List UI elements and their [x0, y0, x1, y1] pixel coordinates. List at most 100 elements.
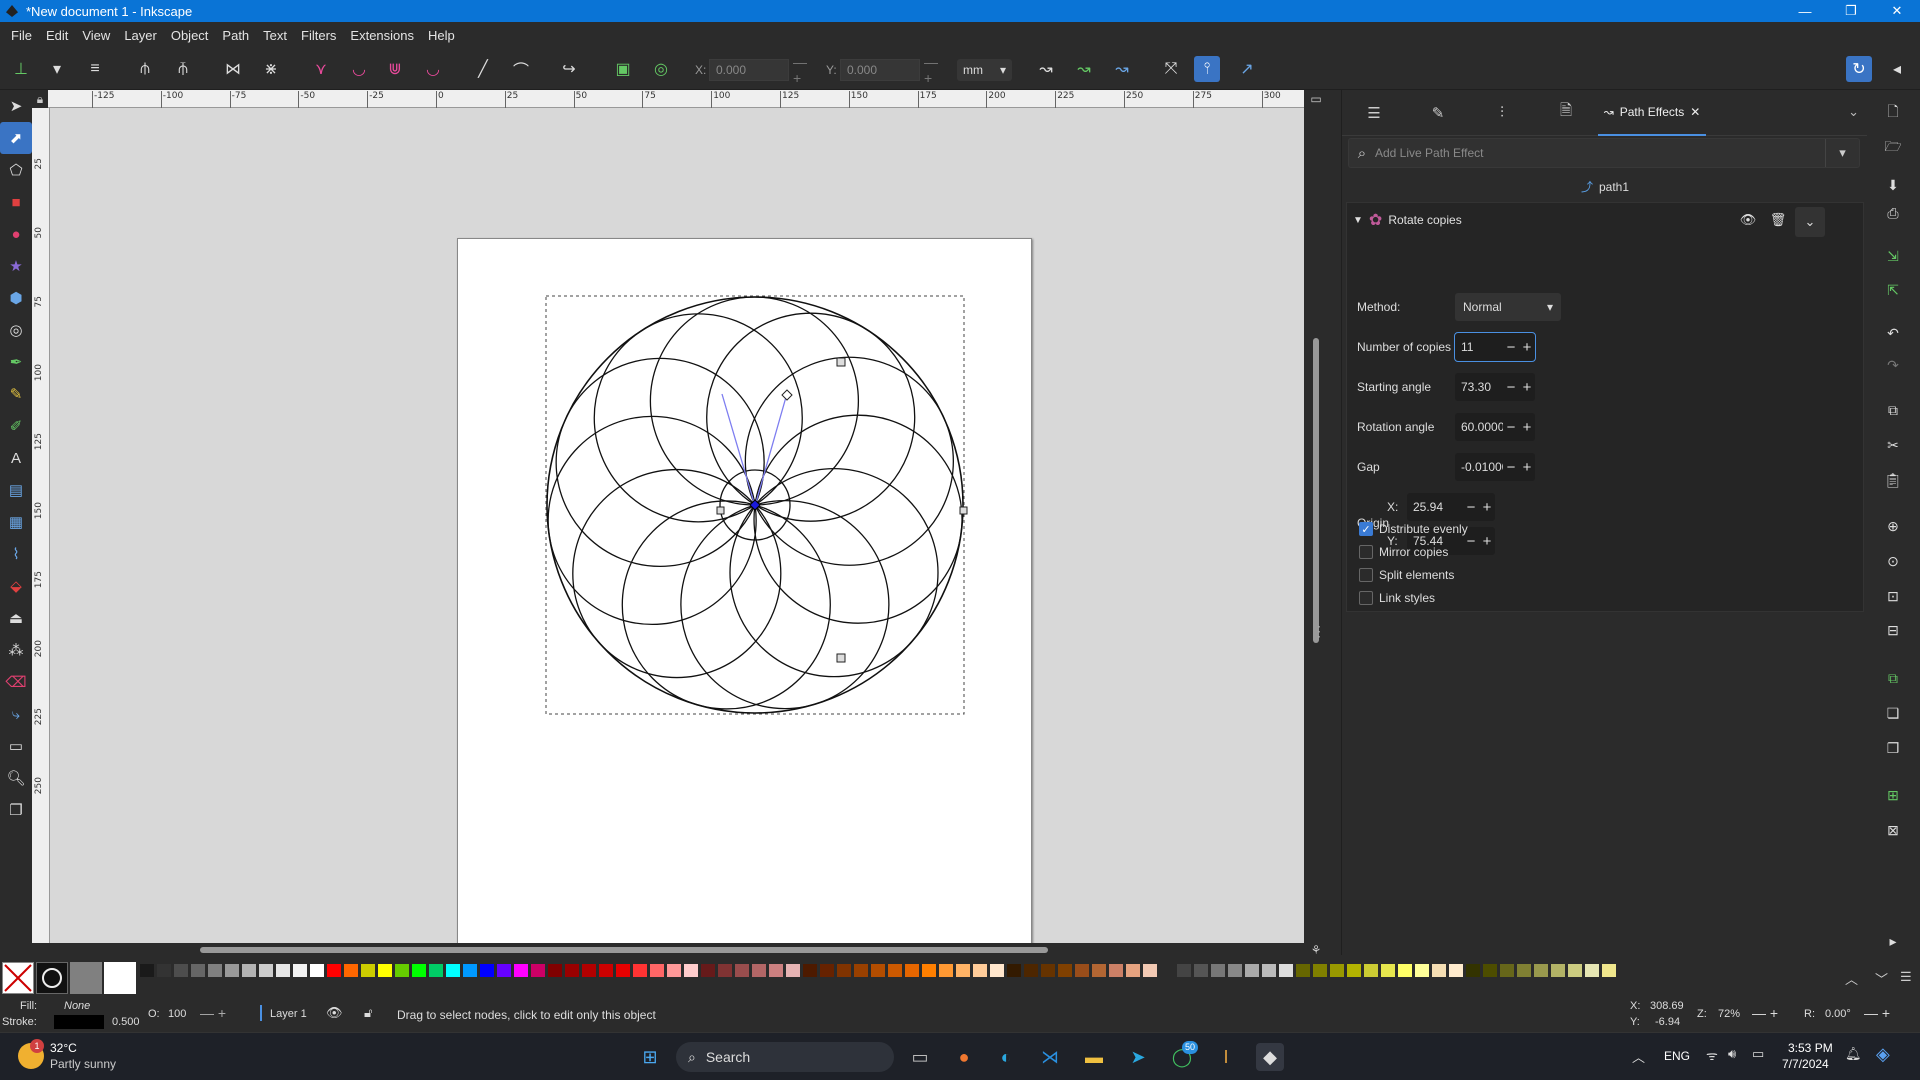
- color-swatch[interactable]: [888, 964, 902, 977]
- copies-spinbox[interactable]: 11− +: [1454, 332, 1536, 362]
- pencil-tool-icon[interactable]: ✎: [0, 378, 32, 410]
- inkscape-taskbar-icon[interactable]: ◆: [1256, 1043, 1284, 1071]
- color-swatch[interactable]: [1296, 964, 1310, 977]
- color-swatch[interactable]: [1092, 964, 1106, 977]
- show-handles-icon[interactable]: ⫯: [1194, 56, 1220, 82]
- copilot-icon[interactable]: ◈: [1876, 1044, 1890, 1065]
- color-swatch[interactable]: [446, 964, 460, 977]
- tab-align-icon[interactable]: ⫶: [1470, 90, 1534, 136]
- zoom-input[interactable]: 72%: [1718, 1008, 1740, 1020]
- color-swatch[interactable]: [616, 964, 630, 977]
- object-to-path-icon[interactable]: ▣: [610, 56, 636, 82]
- menu-extensions[interactable]: Extensions: [343, 28, 421, 43]
- increment-button[interactable]: +: [1519, 419, 1535, 436]
- link-styles-checkbox[interactable]: Link styles: [1359, 588, 1435, 608]
- connector-tool-icon[interactable]: ⤷: [0, 698, 32, 730]
- color-swatch[interactable]: [276, 964, 290, 977]
- color-swatch[interactable]: [803, 964, 817, 977]
- color-swatch[interactable]: [650, 964, 664, 977]
- mesh-tool-icon[interactable]: ▦: [0, 506, 32, 538]
- cut-icon[interactable]: ✂: [1880, 432, 1906, 458]
- vertical-scroll-thumb[interactable]: [1313, 338, 1319, 643]
- y-input[interactable]: 0.000: [840, 59, 920, 81]
- print-icon[interactable]: ⎙: [1880, 200, 1906, 226]
- tab-layers-icon[interactable]: ☰: [1342, 90, 1406, 136]
- current-layer[interactable]: Layer 1: [270, 1008, 307, 1020]
- mirror-copies-checkbox[interactable]: Mirror copies: [1359, 542, 1448, 562]
- trash-icon[interactable]: 🗑︎: [1765, 207, 1791, 233]
- gray-swatch[interactable]: [70, 962, 102, 994]
- zoom-page-width-icon[interactable]: ⊟: [1880, 617, 1906, 643]
- color-swatch[interactable]: [837, 964, 851, 977]
- origin-x-input[interactable]: 25.94: [1407, 500, 1463, 514]
- checkbox-box[interactable]: ✓: [1359, 522, 1373, 536]
- color-swatch[interactable]: [1483, 964, 1497, 977]
- chevron-down-icon[interactable]: ⌄: [1848, 104, 1859, 120]
- decrement-button[interactable]: −: [1503, 419, 1519, 436]
- color-swatch[interactable]: [599, 964, 613, 977]
- menu-filters[interactable]: Filters: [294, 28, 343, 43]
- color-swatch[interactable]: [701, 964, 715, 977]
- color-swatch[interactable]: [412, 964, 426, 977]
- lock-guides-icon[interactable]: 🔒︎: [32, 90, 48, 108]
- snap-toggle-icon[interactable]: ↻: [1846, 56, 1872, 82]
- paint-bucket-tool-icon[interactable]: ⬙: [0, 570, 32, 602]
- clock-date[interactable]: 7/7/2024: [1782, 1057, 1829, 1071]
- menu-edit[interactable]: Edit: [39, 28, 75, 43]
- delete-node-icon[interactable]: ≡: [82, 56, 108, 82]
- join-nodes-icon[interactable]: ⫛: [132, 56, 158, 82]
- color-swatch[interactable]: [633, 964, 647, 977]
- split-elements-checkbox[interactable]: Split elements: [1359, 565, 1454, 585]
- vertical-scrollbar[interactable]: ⋮: [1304, 108, 1328, 943]
- firefox-icon[interactable]: ●: [950, 1043, 978, 1071]
- 3d-box-tool-icon[interactable]: ⬢: [0, 282, 32, 314]
- opacity-input[interactable]: 100: [168, 1008, 186, 1020]
- join-segment-icon[interactable]: ⋈: [220, 56, 246, 82]
- copies-input[interactable]: 11: [1455, 340, 1503, 354]
- gradient-tool-icon[interactable]: ▤: [0, 474, 32, 506]
- color-swatch[interactable]: [310, 964, 324, 977]
- increment-button[interactable]: +: [1479, 533, 1495, 550]
- chevron-down-icon[interactable]: ﹀: [1875, 969, 1888, 988]
- redo-icon[interactable]: ↷: [1880, 352, 1906, 378]
- node-tool-icon[interactable]: ⬈: [0, 122, 32, 154]
- color-swatch[interactable]: [1177, 964, 1191, 977]
- export-icon[interactable]: ⇱: [1880, 277, 1906, 303]
- minimize-button[interactable]: —: [1782, 0, 1828, 22]
- increment-button[interactable]: +: [1519, 459, 1535, 476]
- ungroup-icon[interactable]: ⊠: [1880, 817, 1906, 843]
- next-path-effect-icon[interactable]: ↝: [1033, 56, 1059, 82]
- selector-tool-icon[interactable]: ➤: [0, 90, 32, 122]
- decrement-button[interactable]: −: [1503, 339, 1519, 356]
- rotation-handle[interactable]: [836, 653, 846, 663]
- cusp-node-icon[interactable]: ⋎: [308, 56, 334, 82]
- checkbox-box[interactable]: [1359, 545, 1373, 559]
- color-swatch[interactable]: [480, 964, 494, 977]
- scale-handle[interactable]: [959, 506, 968, 515]
- zoom-page-icon[interactable]: ⊡: [1880, 583, 1906, 609]
- color-swatch[interactable]: [1585, 964, 1599, 977]
- start-angle-input[interactable]: 73.30: [1455, 380, 1503, 394]
- rotation-handle[interactable]: [836, 357, 846, 367]
- rotation-input[interactable]: 0.00°: [1825, 1008, 1851, 1020]
- color-swatch[interactable]: [514, 964, 528, 977]
- battery-icon[interactable]: ▭: [1752, 1046, 1764, 1062]
- import-icon[interactable]: ⇲: [1880, 243, 1906, 269]
- color-swatch[interactable]: [293, 964, 307, 977]
- color-swatch[interactable]: [395, 964, 409, 977]
- ellipse-tool-icon[interactable]: ●: [0, 218, 32, 250]
- copy-icon[interactable]: ⧉: [1880, 397, 1906, 423]
- white-swatch[interactable]: [104, 962, 136, 994]
- pen-tool-icon[interactable]: ✒: [0, 346, 32, 378]
- color-swatch[interactable]: [208, 964, 222, 977]
- color-swatch[interactable]: [361, 964, 375, 977]
- no-paint-swatch[interactable]: [2, 962, 34, 994]
- stroke-width-value[interactable]: 0.500: [112, 1016, 140, 1028]
- color-swatch[interactable]: [922, 964, 936, 977]
- zoom-drawing-icon[interactable]: ⊙: [1880, 548, 1906, 574]
- color-swatch[interactable]: [378, 964, 392, 977]
- rotation-angle-input[interactable]: 60.0000: [1455, 420, 1503, 434]
- color-swatch[interactable]: [259, 964, 273, 977]
- color-swatch[interactable]: [1432, 964, 1446, 977]
- gap-input[interactable]: -0.01000: [1455, 460, 1503, 474]
